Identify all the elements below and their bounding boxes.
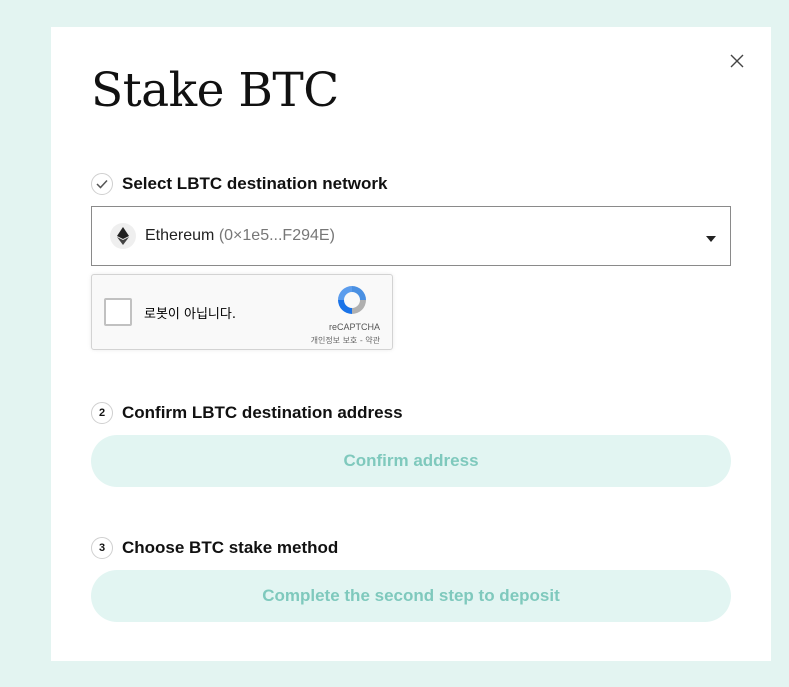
confirm-address-button[interactable]: Confirm address	[91, 435, 731, 487]
network-address: (0×1e5...F294E)	[218, 227, 335, 244]
recaptcha-widget: 로봇이 아닙니다. reCAPTCHA 개인정보 보호 - 약관	[91, 274, 393, 350]
recaptcha-brand: reCAPTCHA	[328, 322, 380, 332]
recaptcha-logo-icon	[335, 283, 369, 321]
stake-modal: Stake BTC Select LBTC destination networ…	[51, 27, 771, 661]
step-2-header: 2 Confirm LBTC destination address	[91, 402, 403, 424]
step-3-label: Choose BTC stake method	[122, 538, 339, 557]
recaptcha-links[interactable]: 개인정보 보호 - 약관	[311, 335, 380, 346]
chevron-down-icon	[706, 227, 716, 246]
close-icon[interactable]	[729, 53, 745, 69]
recaptcha-label: 로봇이 아닙니다.	[144, 307, 236, 322]
check-icon	[91, 173, 113, 195]
network-select[interactable]: Ethereum (0×1e5...F294E)	[91, 206, 731, 266]
step-2-label: Confirm LBTC destination address	[122, 403, 403, 422]
step-1-header: Select LBTC destination network	[91, 173, 387, 195]
step-3-number: 3	[91, 537, 113, 559]
page-title: Stake BTC	[91, 63, 339, 118]
step-1-label: Select LBTC destination network	[122, 174, 388, 193]
network-name: Ethereum	[145, 227, 215, 244]
step-3-header: 3 Choose BTC stake method	[91, 537, 338, 559]
recaptcha-checkbox[interactable]	[104, 298, 132, 326]
network-select-value: Ethereum (0×1e5...F294E)	[145, 227, 335, 245]
step-2-number: 2	[91, 402, 113, 424]
deposit-button[interactable]: Complete the second step to deposit	[91, 570, 731, 622]
ethereum-icon	[110, 223, 136, 249]
